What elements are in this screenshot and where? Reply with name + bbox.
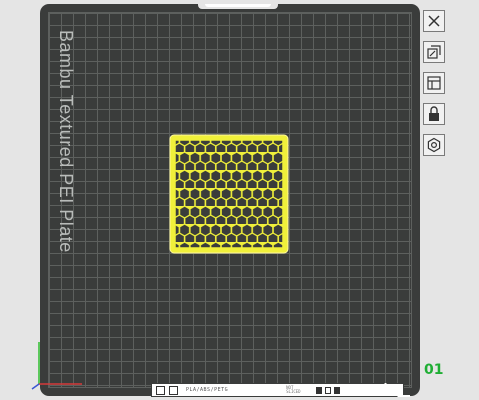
close-plate-button[interactable] <box>423 10 445 32</box>
plate-toolbar <box>423 10 447 165</box>
close-icon <box>428 15 440 27</box>
plate-actions <box>316 386 341 394</box>
plate-type-label: Bambu Textured PEI Plate <box>56 30 76 253</box>
grid-icon <box>156 385 165 395</box>
gear-icon <box>427 137 441 153</box>
arrow-up-icon[interactable] <box>316 386 323 394</box>
image-icon <box>169 385 178 395</box>
plate-notch-inner <box>205 4 271 7</box>
auto-orient-button[interactable] <box>423 41 445 63</box>
arrow-up-icon-2[interactable] <box>334 386 341 394</box>
filament-type-label: PLA/ABS/PETG <box>186 387 229 393</box>
hex-grid-model[interactable] <box>169 134 289 254</box>
plate-status-bar: PLA/ABS/PETG NOT SLICED <box>151 383 404 397</box>
arrange-button[interactable] <box>423 72 445 94</box>
lock-icon <box>429 106 439 121</box>
orient-icon <box>427 45 441 59</box>
plate-settings-button[interactable] <box>423 134 445 156</box>
axis-indicator <box>31 342 82 390</box>
lock-plate-button[interactable] <box>423 103 445 125</box>
plate-corner-marker <box>384 383 410 397</box>
plate-index-label: 01 <box>424 362 444 378</box>
slice-status-label: NOT SLICED <box>286 385 301 394</box>
arrange-icon <box>427 76 441 90</box>
box-icon[interactable] <box>325 386 332 394</box>
